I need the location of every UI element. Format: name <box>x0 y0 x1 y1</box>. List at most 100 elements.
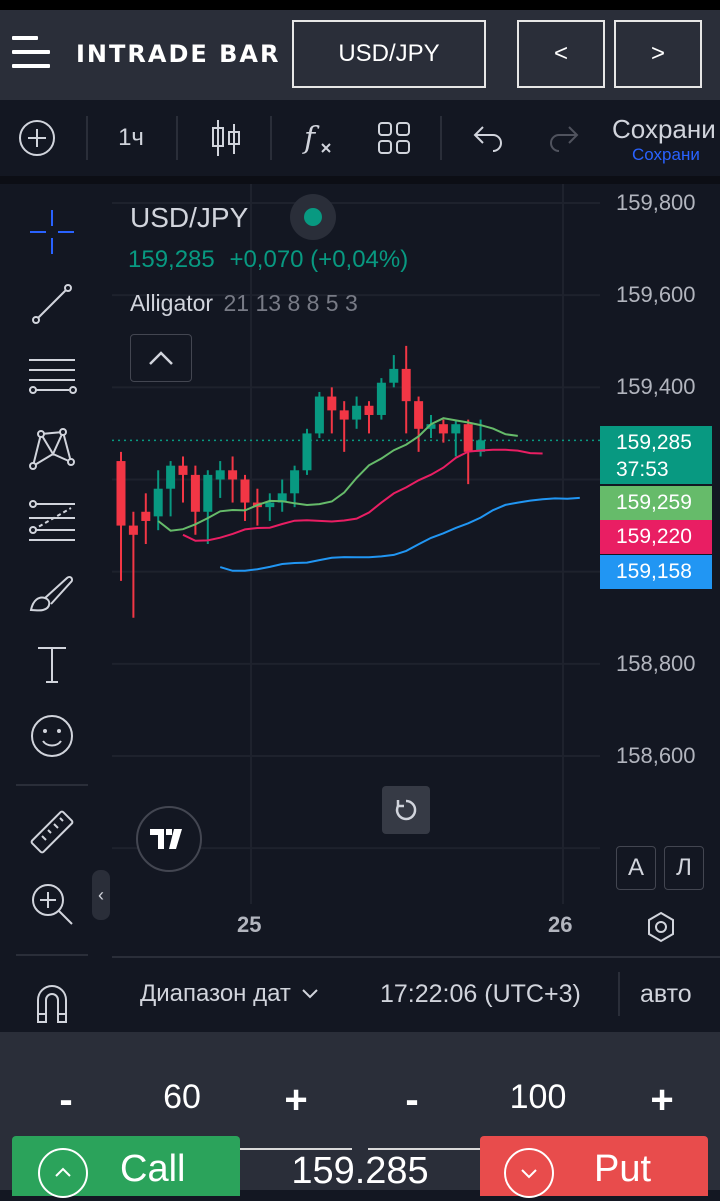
price-label: 159,259 <box>600 486 712 520</box>
legend-price: 159,285 <box>128 246 215 273</box>
put-button[interactable]: Put <box>480 1136 708 1198</box>
y-tick-label: 158,800 <box>616 650 696 676</box>
brush-icon[interactable] <box>24 564 80 620</box>
price-label-countdown: 37:53 <box>616 458 669 481</box>
date-range-button[interactable]: Диапазон дат <box>140 980 319 1008</box>
candle-body <box>451 424 461 434</box>
candle-body <box>463 424 473 452</box>
add-symbol-icon[interactable] <box>16 118 58 158</box>
price-label-value: 159,259 <box>616 491 692 514</box>
svg-text:f: f <box>302 121 320 156</box>
market-status-icon[interactable] <box>290 194 336 240</box>
crosshair-icon[interactable] <box>24 204 80 260</box>
legend-change: +0,070 (+0,04%) <box>229 246 409 273</box>
indicators-icon[interactable]: f <box>296 118 340 158</box>
collapse-toolbar-icon[interactable]: ‹ <box>92 870 110 920</box>
amount-plus-button[interactable]: + <box>632 1070 692 1130</box>
zoom-in-icon[interactable] <box>24 876 80 932</box>
log-scale-button[interactable]: Л <box>664 846 704 890</box>
candle-body <box>327 396 337 411</box>
undo-icon[interactable] <box>468 118 508 158</box>
chart-toolbar: 1ч f Сохрани Сохрани <box>0 100 720 176</box>
x-tick-label: 26 <box>548 912 573 937</box>
call-label: Call <box>120 1148 186 1190</box>
y-tick-label: 159,400 <box>616 374 696 400</box>
pattern-icon[interactable] <box>24 420 80 476</box>
reset-chart-button[interactable] <box>382 786 430 834</box>
prev-pair-button[interactable]: < <box>517 20 605 88</box>
candle-body <box>128 525 138 535</box>
trend-line-icon[interactable] <box>24 276 80 332</box>
price-label: 159,285 37:53 <box>600 426 712 484</box>
status-strip <box>0 0 720 10</box>
tradingview-icon <box>150 829 182 849</box>
indicator-params: 21 13 8 8 5 3 <box>223 290 358 316</box>
date-range-label: Диапазон дат <box>140 980 291 1007</box>
menu-icon[interactable] <box>12 34 52 74</box>
current-price: 159.285 <box>291 1150 429 1192</box>
clock-time[interactable]: 17:22:06 (UTC+3) <box>380 980 581 1009</box>
interval-button[interactable]: 1ч <box>104 118 158 158</box>
candle-body <box>166 465 176 489</box>
ruler-icon[interactable] <box>24 804 80 860</box>
brand-logo: INTRADE BAR <box>76 40 281 68</box>
candles-icon[interactable] <box>206 118 246 158</box>
trade-panel: - 60 + - 100 + Call 159.285 Put <box>0 1032 720 1198</box>
alligator-jaw-line <box>219 496 580 572</box>
price-label-value: 159,158 <box>616 560 692 583</box>
app-header: INTRADE BAR USD/JPY < > <box>0 10 720 100</box>
candle-body <box>153 488 163 517</box>
price-label-value: 159,285 <box>616 431 692 454</box>
layout-icon[interactable] <box>374 118 414 158</box>
toolbar-divider <box>0 176 720 184</box>
y-tick-label: 159,800 <box>616 190 696 215</box>
candle-body <box>203 474 213 512</box>
candle-body <box>401 368 411 402</box>
save-button[interactable]: Сохрани <box>612 114 720 145</box>
candle-body <box>389 368 399 383</box>
candle-body <box>438 424 448 434</box>
call-button[interactable]: Call <box>12 1136 240 1198</box>
legend-values: 159,285 +0,070 (+0,04%) <box>128 246 408 274</box>
candle-body <box>116 461 126 526</box>
redo-icon[interactable] <box>544 118 584 158</box>
duration-plus-button[interactable]: + <box>266 1070 326 1130</box>
candle-body <box>414 401 424 429</box>
horizontal-lines-icon[interactable] <box>24 348 80 404</box>
alligator-teeth-line <box>182 448 543 542</box>
chevron-down-icon <box>302 989 318 999</box>
auto-scale-toggle[interactable]: авто <box>640 980 692 1009</box>
candle-body <box>141 511 151 521</box>
legend-symbol: USD/JPY <box>130 202 249 233</box>
price-label-value: 159,220 <box>616 525 692 548</box>
emoji-icon[interactable] <box>24 708 80 764</box>
magnet-icon[interactable] <box>24 974 80 1030</box>
candle-body <box>376 382 386 415</box>
candle-body <box>265 502 275 508</box>
tradingview-logo[interactable] <box>136 806 202 872</box>
settings-icon[interactable] <box>644 910 678 944</box>
reset-icon <box>395 799 417 821</box>
candle-body <box>364 405 374 415</box>
indicator-legend[interactable]: Alligator 21 13 8 8 5 3 <box>130 290 358 317</box>
candle-body <box>190 474 200 512</box>
collapse-legend-button[interactable] <box>130 334 192 382</box>
auto-scale-button[interactable]: А <box>616 846 656 890</box>
arrow-up-circle-icon <box>38 1148 88 1198</box>
candle-body <box>290 470 300 494</box>
drawing-toolbar: ‹ <box>0 184 110 1034</box>
y-tick-label: 158,600 <box>616 743 696 768</box>
candle-body <box>314 396 324 434</box>
next-pair-button[interactable]: > <box>614 20 702 88</box>
text-icon[interactable] <box>24 636 80 692</box>
price-label: 159,158 <box>600 555 712 589</box>
arrow-down-circle-icon <box>504 1148 554 1198</box>
candle-body <box>352 405 362 420</box>
pair-selector-button[interactable]: USD/JPY <box>292 20 486 88</box>
y-tick-label: 159,600 <box>616 282 696 308</box>
chevron-up-icon <box>149 351 173 365</box>
candle-body <box>302 433 312 471</box>
fib-retracement-icon[interactable] <box>24 492 80 548</box>
save-status: Сохрани <box>632 145 700 164</box>
price-label: 159,220 <box>600 520 712 554</box>
